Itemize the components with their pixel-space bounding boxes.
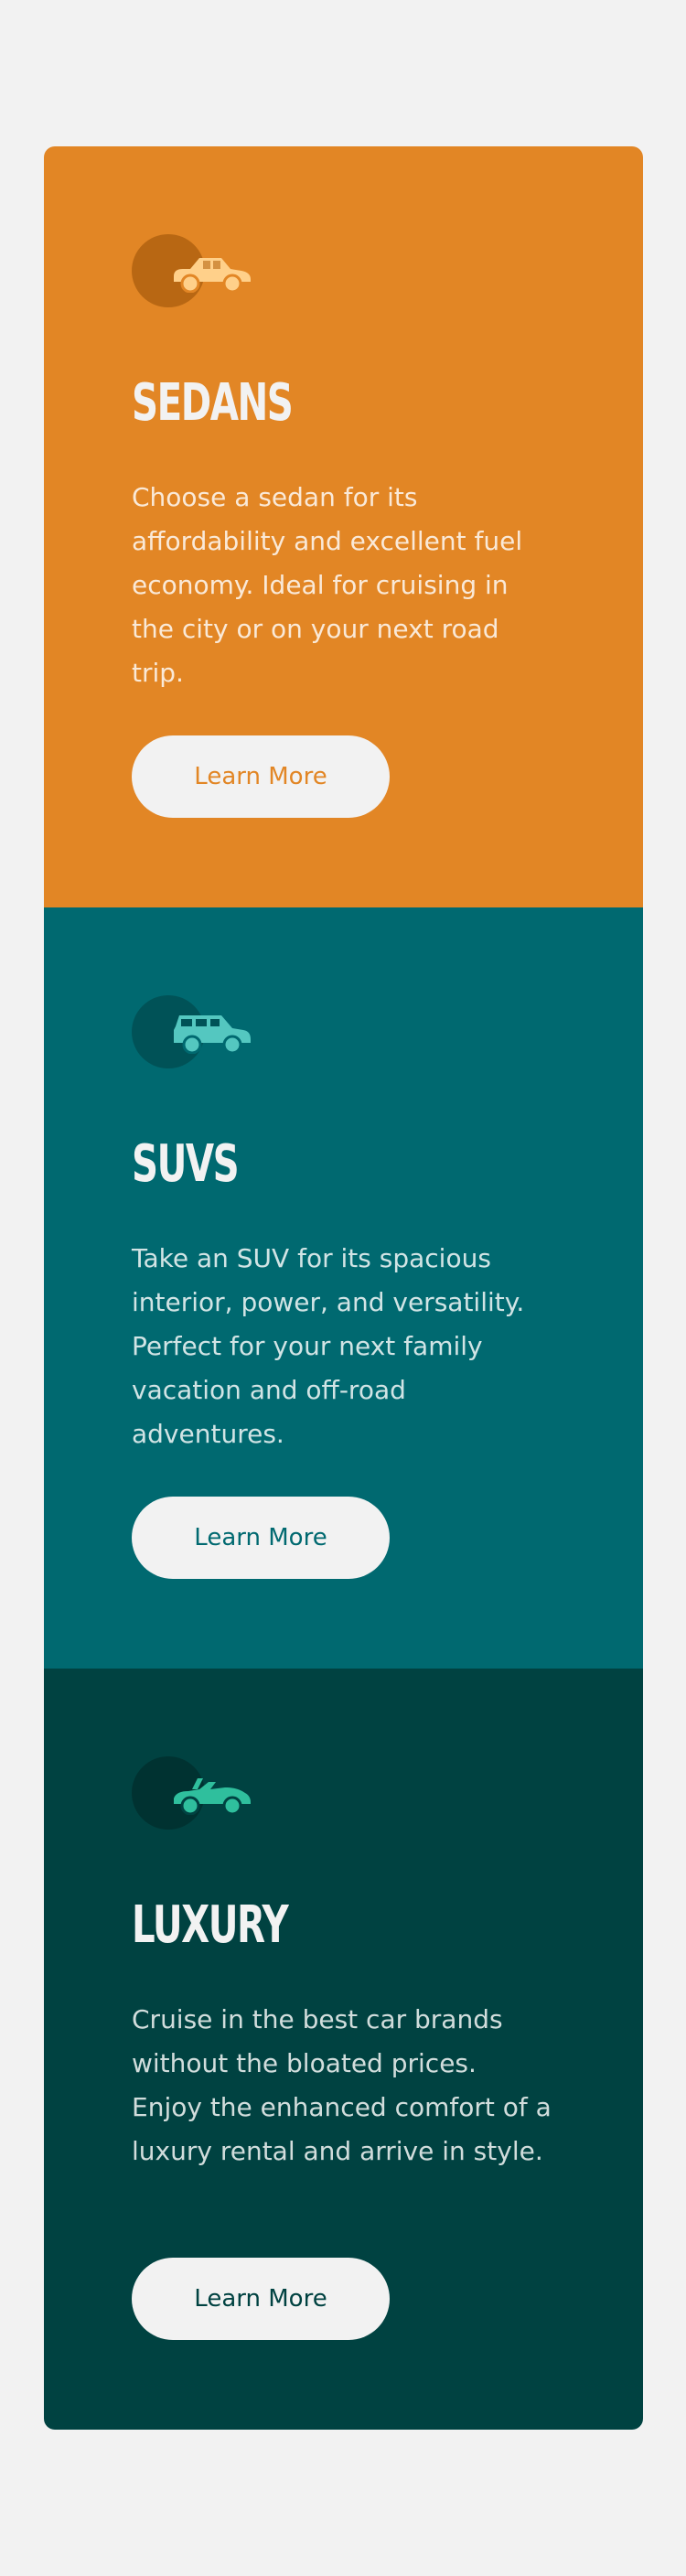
card-description: Take an SUV for its spacious interior, p… (132, 1243, 525, 1449)
suvs-card: SUVs Take an SUV for its spacious interi… (44, 907, 643, 1669)
luxury-card: Luxury Cruise in the best car brands wit… (44, 1669, 643, 2430)
card-title: Sedans (132, 373, 294, 433)
suv-car-icon (174, 1015, 251, 1054)
sedan-car-icon (174, 258, 251, 293)
sedans-learn-more-button[interactable]: Learn More (132, 735, 390, 818)
card-description: Choose a sedan for its affordability and… (132, 482, 523, 688)
luxury-icon-badge (132, 1756, 260, 1830)
suvs-learn-more-button[interactable]: Learn More (132, 1497, 390, 1579)
sedans-card: Sedans Choose a sedan for its affordabil… (44, 146, 643, 907)
luxury-car-icon (174, 1778, 251, 1815)
suv-icon-badge (132, 995, 260, 1068)
sedan-icon-badge (132, 234, 260, 307)
card-description: Cruise in the best car brands without th… (132, 2004, 552, 2166)
luxury-learn-more-button[interactable]: Learn More (132, 2258, 390, 2340)
card-title: SUVs (132, 1134, 240, 1194)
car-category-cards: Sedans Choose a sedan for its affordabil… (44, 146, 643, 2430)
card-title: Luxury (132, 1895, 289, 1955)
